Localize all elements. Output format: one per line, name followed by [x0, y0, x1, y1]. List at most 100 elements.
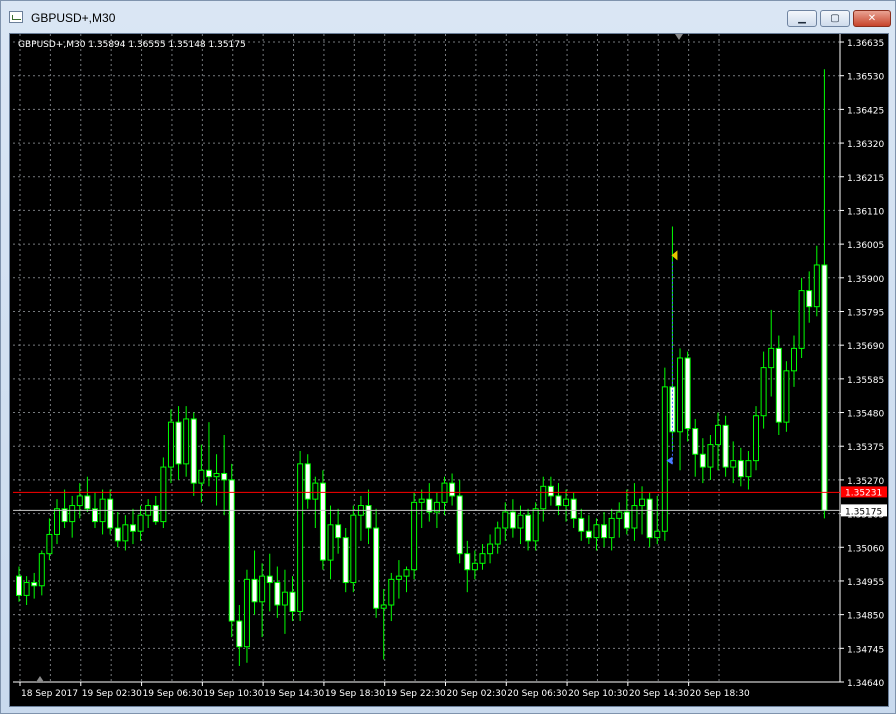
candle-body [464, 553, 471, 571]
candle-body [821, 264, 828, 511]
candle-body [327, 524, 334, 561]
price-axis-label: 1.36215 [847, 174, 884, 184]
candle-body [456, 495, 463, 555]
candle-body [608, 517, 615, 539]
price-axis-label: 1.36320 [847, 140, 884, 150]
candle-body [266, 575, 273, 584]
candle-body [418, 498, 425, 503]
candle-body [304, 463, 311, 500]
candle-body [312, 482, 319, 500]
candle-body [380, 604, 387, 609]
candle-body [122, 524, 129, 542]
candle-body [395, 575, 402, 580]
minimize-button[interactable]: ▁ [787, 10, 817, 27]
candle-body [570, 498, 577, 519]
chart-window: GBPUSD+,M30 ▁ ▢ ✕ 1.36635 1.36530 1.36425 1… [0, 0, 896, 714]
candle-body [183, 418, 190, 465]
candle-body [639, 498, 646, 507]
candle-body [753, 415, 760, 462]
candle-body [578, 517, 585, 532]
candle-body [16, 575, 22, 596]
candle-body [669, 386, 676, 433]
candle-body [38, 553, 45, 587]
candle-body [76, 495, 83, 507]
candle-body [84, 495, 91, 510]
window-title: GBPUSD+,M30 [31, 11, 116, 25]
price-axis-label: 1.35270 [847, 477, 884, 487]
candle-body [715, 424, 722, 446]
title-bar[interactable]: GBPUSD+,M30 ▁ ▢ ✕ [1, 1, 895, 33]
candle-body [730, 460, 737, 468]
candle-body [593, 524, 600, 539]
candle-body [616, 511, 623, 519]
candle-body [813, 264, 820, 308]
candle-body [684, 357, 691, 430]
candle-body [198, 469, 205, 484]
candle-body [69, 505, 76, 523]
candle-body [190, 418, 197, 484]
candle-body [547, 485, 554, 497]
candle-body [53, 508, 60, 535]
candle-body [791, 347, 798, 372]
candle-body [509, 511, 516, 529]
price-axis-label: 1.34640 [847, 679, 884, 689]
candle-body [23, 582, 30, 596]
time-axis-label: 20 Sep 02:30 [446, 689, 506, 699]
candle-body [281, 591, 288, 606]
price-axis-label: 1.36005 [847, 241, 884, 251]
candle-body [297, 463, 304, 612]
candle-body [213, 472, 220, 478]
candle-body [114, 527, 121, 542]
close-button[interactable]: ✕ [853, 10, 891, 27]
chart-shift-marker-icon[interactable] [675, 34, 683, 40]
price-axis-label: 1.35375 [847, 443, 884, 453]
candle-body [585, 530, 592, 539]
price-axis-label: 1.34850 [847, 612, 884, 622]
candle-body [373, 527, 380, 609]
candle-body [243, 578, 250, 648]
candle-body [335, 524, 342, 539]
chart-window-icon[interactable] [9, 11, 23, 23]
candle-body [107, 498, 114, 529]
candle-body [563, 498, 570, 507]
time-axis-label: 19 Sep 10:30 [203, 689, 263, 699]
candle-body [319, 482, 326, 561]
bid-price-label: 1.35175 [845, 507, 882, 517]
price-axis-label: 1.36425 [847, 106, 884, 116]
candle-body [517, 514, 524, 529]
chart-info-label: GBPUSD+,M30 1.35894 1.36555 1.35148 1.35… [18, 40, 246, 50]
candle-body [167, 421, 174, 468]
candle-body [342, 537, 349, 584]
candle-body [623, 511, 630, 529]
candle-body [631, 505, 638, 529]
time-axis-label: 18 Sep 2017 [21, 689, 78, 699]
candle-body [160, 466, 167, 523]
price-axis-label: 1.36110 [847, 207, 884, 217]
candle-body [46, 533, 53, 555]
candle-body [768, 347, 775, 369]
candle-body [722, 424, 729, 468]
candle-body [699, 453, 706, 468]
candle-body [251, 578, 258, 603]
candle-body [259, 575, 266, 603]
candle-body [646, 498, 653, 539]
price-axis-label: 1.36530 [847, 73, 884, 83]
candle-body [677, 357, 684, 433]
scroll-marker-icon[interactable] [36, 676, 44, 682]
chart-canvas[interactable]: 1.36635 1.36530 1.36425 1.36320 1.36215 1.361… [9, 33, 889, 707]
time-axis-label: 19 Sep 02:30 [82, 689, 142, 699]
candle-body [661, 386, 668, 532]
candle-body [798, 290, 805, 349]
candle-body [525, 514, 532, 542]
candlestick-chart[interactable]: 1.36635 1.36530 1.36425 1.36320 1.36215 1.361… [10, 34, 888, 706]
price-axis-label: 1.35795 [847, 308, 884, 318]
candle-body [532, 508, 539, 542]
candle-body [175, 421, 182, 465]
maximize-button[interactable]: ▢ [820, 10, 850, 27]
candle-body [479, 553, 486, 564]
candle-body [221, 472, 228, 481]
candle-body [274, 582, 281, 606]
candle-body [411, 501, 418, 571]
price-axis-label: 1.34955 [847, 578, 884, 588]
candle-body [152, 505, 159, 523]
